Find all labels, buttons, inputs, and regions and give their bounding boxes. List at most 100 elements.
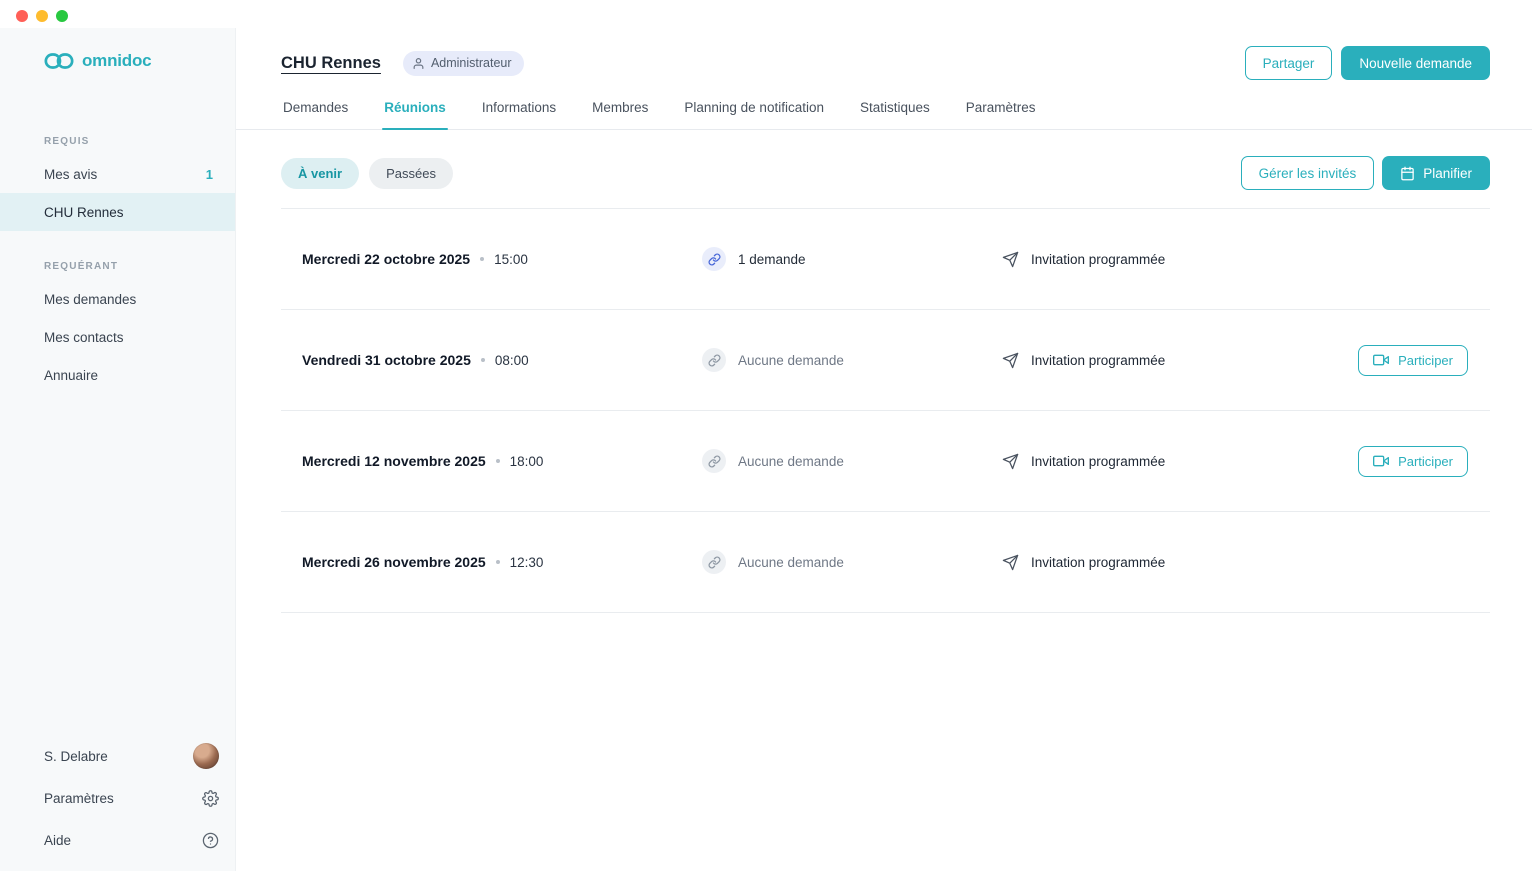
tab-membres[interactable]: Membres bbox=[590, 88, 650, 129]
meeting-requests: Aucune demande bbox=[702, 348, 1002, 372]
link-icon[interactable] bbox=[702, 550, 726, 574]
sidebar-section-requis: REQUIS bbox=[44, 136, 90, 147]
window-titlebar bbox=[0, 0, 1532, 28]
send-icon bbox=[1002, 251, 1019, 267]
video-camera-icon bbox=[1373, 455, 1390, 467]
meeting-date: Vendredi 31 octobre 2025 bbox=[302, 352, 471, 368]
link-icon[interactable] bbox=[702, 449, 726, 473]
user-profile-item[interactable]: S. Delabre bbox=[0, 735, 235, 777]
tab-bar: Demandes Réunions Informations Membres P… bbox=[236, 88, 1532, 130]
help-item[interactable]: Aide bbox=[0, 819, 235, 861]
main-content: CHU Rennes Administrateur Partager Nouve… bbox=[236, 28, 1532, 871]
join-meeting-button[interactable]: Participer bbox=[1358, 445, 1468, 477]
requests-label: Aucune demande bbox=[738, 554, 844, 570]
user-name: S. Delabre bbox=[44, 748, 108, 764]
join-meeting-label: Participer bbox=[1398, 453, 1453, 469]
meeting-invitation: Invitation programmée bbox=[1002, 352, 1360, 369]
meeting-time: 08:00 bbox=[494, 352, 529, 368]
meeting-invitation: Invitation programmée bbox=[1002, 554, 1360, 571]
tab-informations[interactable]: Informations bbox=[480, 88, 558, 129]
link-icon[interactable] bbox=[702, 247, 726, 271]
meeting-requests: Aucune demande bbox=[702, 449, 1002, 473]
tab-reunions[interactable]: Réunions bbox=[382, 88, 448, 130]
calendar-icon bbox=[1401, 166, 1414, 180]
sidebar-footer: S. Delabre Paramètres Aide bbox=[0, 735, 235, 861]
sidebar-item-mes-demandes[interactable]: Mes demandes bbox=[0, 280, 235, 318]
send-icon bbox=[1002, 453, 1019, 469]
schedule-button[interactable]: Planifier bbox=[1382, 156, 1490, 190]
tab-planning-notification[interactable]: Planning de notification bbox=[682, 88, 826, 129]
traffic-lights bbox=[16, 10, 68, 22]
omnidoc-logo-icon bbox=[44, 50, 74, 72]
meeting-time: 18:00 bbox=[509, 453, 544, 469]
dot-separator bbox=[480, 358, 485, 362]
dot-separator bbox=[495, 459, 500, 463]
invitation-label: Invitation programmée bbox=[1031, 251, 1166, 267]
meeting-invitation: Invitation programmée bbox=[1002, 453, 1360, 470]
sidebar-item-label: CHU Rennes bbox=[44, 204, 124, 220]
requests-label: Aucune demande bbox=[738, 352, 844, 368]
tab-statistiques[interactable]: Statistiques bbox=[858, 88, 932, 129]
sidebar-section-requerant: REQUÉRANT bbox=[44, 261, 119, 272]
gear-icon[interactable] bbox=[202, 789, 219, 807]
meeting-row: Mercredi 12 novembre 2025 18:00 Aucune d… bbox=[281, 411, 1490, 512]
settings-label: Paramètres bbox=[44, 790, 114, 806]
help-icon[interactable] bbox=[202, 832, 219, 849]
manage-guests-button[interactable]: Gérer les invités bbox=[1240, 156, 1375, 190]
role-badge-label: Administrateur bbox=[430, 56, 512, 70]
share-button[interactable]: Partager bbox=[1244, 46, 1333, 80]
sidebar-item-mes-avis[interactable]: Mes avis 1 bbox=[0, 155, 235, 193]
tab-parametres[interactable]: Paramètres bbox=[964, 88, 1038, 129]
meeting-list: Mercredi 22 octobre 2025 15:00 1 demande… bbox=[281, 208, 1490, 613]
meeting-datetime: Mercredi 22 octobre 2025 15:00 bbox=[302, 251, 702, 267]
mes-avis-count-badge: 1 bbox=[205, 166, 213, 182]
filter-upcoming[interactable]: À venir bbox=[281, 157, 360, 189]
meeting-date: Mercredi 12 novembre 2025 bbox=[302, 453, 486, 469]
new-request-button[interactable]: Nouvelle demande bbox=[1341, 46, 1490, 80]
meeting-requests: Aucune demande bbox=[702, 550, 1002, 574]
join-meeting-button[interactable]: Participer bbox=[1358, 344, 1468, 376]
sidebar-item-label: Mes contacts bbox=[44, 329, 124, 345]
meeting-datetime: Mercredi 26 novembre 2025 12:30 bbox=[302, 554, 702, 570]
dot-separator bbox=[495, 560, 500, 564]
meeting-datetime: Mercredi 12 novembre 2025 18:00 bbox=[302, 453, 702, 469]
meeting-time: 15:00 bbox=[494, 251, 528, 267]
person-icon bbox=[413, 57, 424, 69]
sidebar-item-label: Mes demandes bbox=[44, 291, 137, 307]
sidebar-item-label: Mes avis bbox=[44, 166, 98, 182]
close-window-button[interactable] bbox=[16, 10, 28, 22]
requests-label: Aucune demande bbox=[738, 453, 844, 469]
meeting-datetime: Vendredi 31 octobre 2025 08:00 bbox=[302, 352, 702, 368]
meeting-row: Mercredi 22 octobre 2025 15:00 1 demande… bbox=[281, 209, 1490, 310]
tab-demandes[interactable]: Demandes bbox=[281, 88, 350, 129]
meeting-date: Mercredi 22 octobre 2025 bbox=[302, 251, 471, 267]
zoom-window-button[interactable] bbox=[56, 10, 68, 22]
omnidoc-logo-text: omnidoc bbox=[82, 51, 152, 70]
meeting-row: Vendredi 31 octobre 2025 08:00 Aucune de… bbox=[281, 310, 1490, 411]
send-icon bbox=[1002, 352, 1019, 368]
meeting-row: Mercredi 26 novembre 2025 12:30 Aucune d… bbox=[281, 512, 1490, 613]
sidebar-item-chu-rennes[interactable]: CHU Rennes bbox=[0, 193, 235, 231]
sidebar-item-annuaire[interactable]: Annuaire bbox=[0, 356, 235, 394]
avatar[interactable] bbox=[193, 743, 219, 769]
role-badge: Administrateur bbox=[402, 50, 524, 76]
filter-past[interactable]: Passées bbox=[369, 157, 453, 189]
minimize-window-button[interactable] bbox=[36, 10, 48, 22]
link-icon[interactable] bbox=[702, 348, 726, 372]
settings-item[interactable]: Paramètres bbox=[0, 777, 235, 819]
invitation-label: Invitation programmée bbox=[1031, 453, 1166, 469]
page-title: CHU Rennes bbox=[281, 53, 381, 72]
invitation-label: Invitation programmée bbox=[1031, 352, 1166, 368]
omnidoc-logo[interactable]: omnidoc bbox=[0, 28, 235, 72]
sidebar-item-label: Annuaire bbox=[44, 367, 99, 383]
join-meeting-label: Participer bbox=[1398, 352, 1453, 368]
video-camera-icon bbox=[1373, 354, 1390, 366]
meeting-time: 12:30 bbox=[509, 554, 544, 570]
dot-separator bbox=[480, 257, 485, 261]
sidebar-item-mes-contacts[interactable]: Mes contacts bbox=[0, 318, 235, 356]
meetings-toolbar: À venir Passées Gérer les invités Planif… bbox=[236, 130, 1532, 190]
requests-label: 1 demande bbox=[738, 251, 806, 267]
meeting-date: Mercredi 26 novembre 2025 bbox=[302, 554, 486, 570]
invitation-label: Invitation programmée bbox=[1031, 554, 1166, 570]
page-header: CHU Rennes Administrateur Partager Nouve… bbox=[236, 28, 1532, 80]
